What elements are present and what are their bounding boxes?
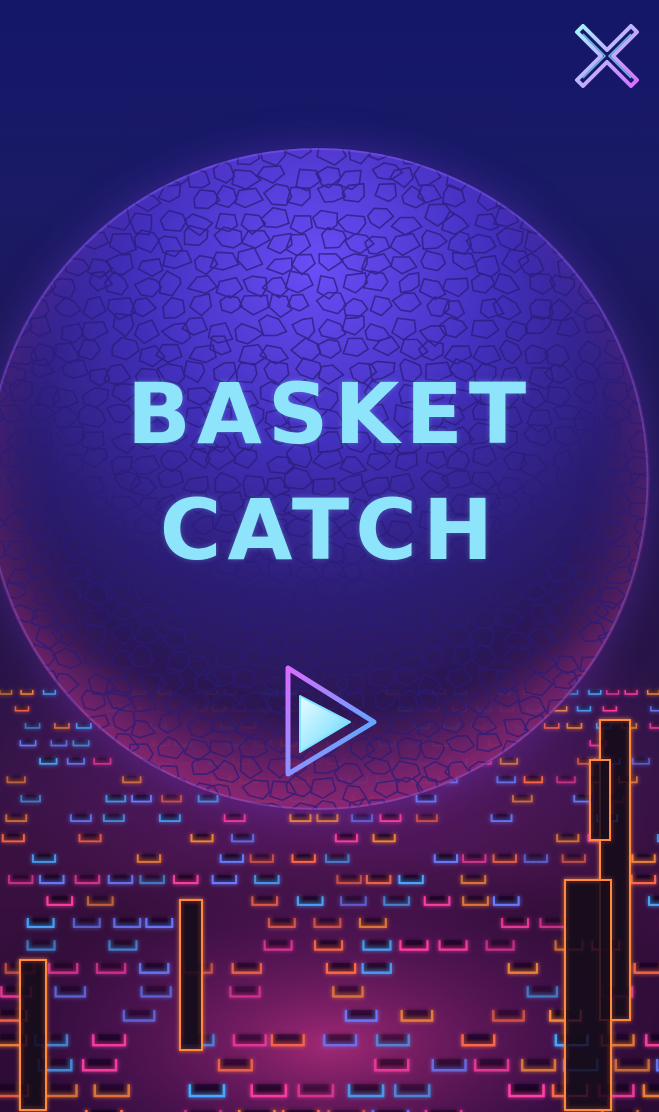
game-title-line-1: BASKET bbox=[126, 365, 533, 463]
game-title-line-2: CATCH bbox=[159, 481, 500, 579]
close-button[interactable] bbox=[569, 18, 645, 94]
play-icon bbox=[285, 665, 377, 777]
play-button[interactable] bbox=[278, 660, 382, 782]
close-icon bbox=[575, 24, 639, 88]
game-start-screen: BASKET CATCH bbox=[0, 0, 659, 1112]
